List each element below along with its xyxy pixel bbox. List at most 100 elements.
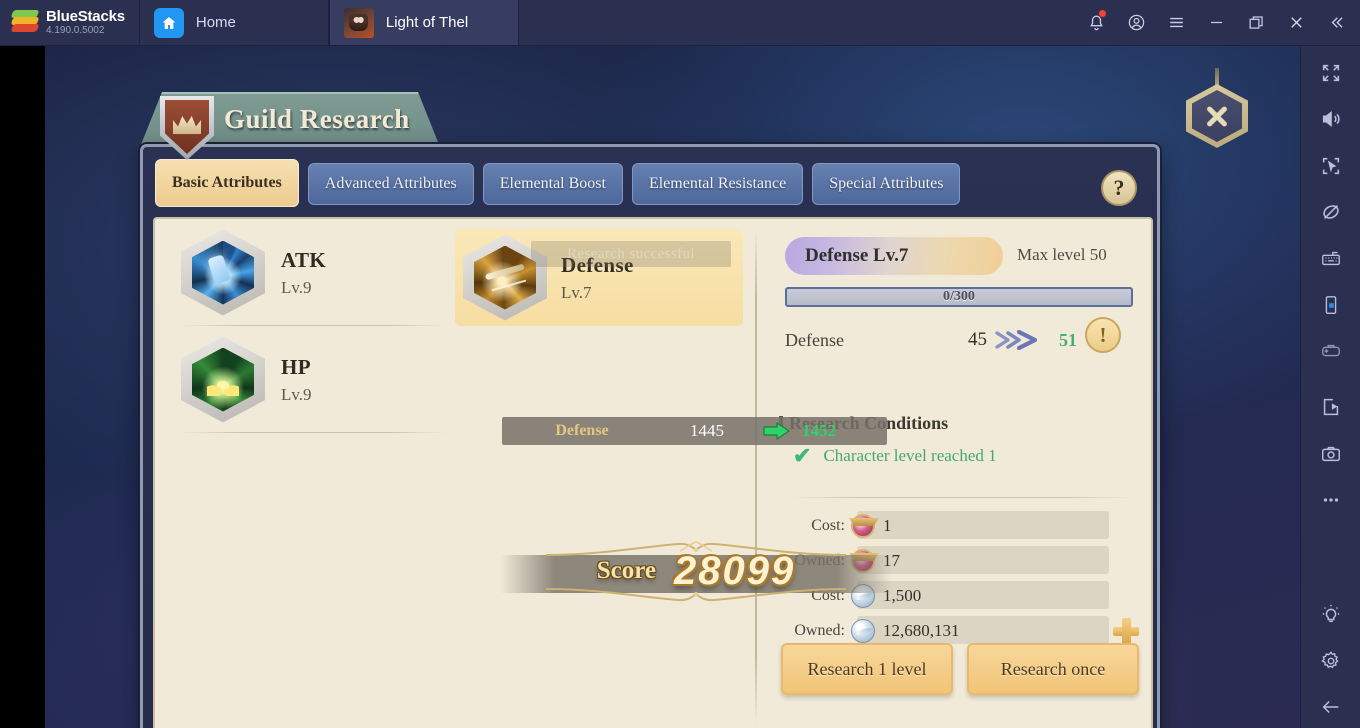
game-close-button[interactable]	[1178, 68, 1256, 148]
toast-stat-name: Defense	[555, 422, 609, 439]
list-item-atk[interactable]: ATK Lv.9	[155, 219, 455, 326]
research-progress-bar: 0/300	[785, 287, 1133, 307]
tab-elemental-boost-label: Elemental Boost	[499, 175, 606, 192]
research-1-level-label: Research 1 level	[807, 658, 927, 679]
condition-text: Character level reached 1	[823, 446, 997, 465]
research-1-level-button[interactable]: Research 1 level	[781, 643, 953, 695]
attribute-list: ATK Lv.9 HP Lv.9	[155, 219, 455, 433]
selected-attribute-card[interactable]: Defense Lv.7 Research successful	[455, 229, 743, 326]
tab-elemental-boost[interactable]: Elemental Boost	[482, 163, 623, 205]
keyboard-controls-icon[interactable]	[1301, 237, 1360, 279]
close-x-icon	[1204, 103, 1230, 129]
research-once-button[interactable]: Research once	[967, 643, 1139, 695]
fullscreen-icon[interactable]	[1301, 52, 1360, 94]
owned-label: Owned:	[794, 622, 845, 639]
screen-record-icon[interactable]	[1301, 386, 1360, 428]
eco-mode-icon[interactable]	[1301, 191, 1360, 233]
titlebar-spacer	[519, 0, 1076, 45]
bluestacks-titlebar: BlueStacks 4.190.0.5002 Home Light of Th…	[0, 0, 1360, 46]
green-arrow-icon	[752, 421, 802, 441]
silver-coin-icon	[851, 619, 875, 643]
attribute-tabs: Basic Attributes Advanced Attributes Ele…	[155, 159, 961, 207]
tab-basic-attributes[interactable]: Basic Attributes	[155, 159, 299, 207]
bluestacks-brand-name: BlueStacks	[46, 8, 125, 25]
close-badge-hex	[1186, 84, 1248, 148]
game-thumbnail-icon	[343, 7, 374, 38]
score-value: 28099	[674, 548, 796, 593]
pointer-capture-icon[interactable]	[1301, 145, 1360, 187]
guild-research-window: Guild Research Basic Attributes Advanced…	[140, 92, 1160, 728]
add-currency-button[interactable]	[1113, 618, 1139, 644]
selected-attribute-name: Defense	[561, 252, 634, 277]
menu-icon[interactable]	[1156, 0, 1196, 46]
notifications-icon[interactable]	[1076, 0, 1116, 46]
tab-home[interactable]: Home	[138, 0, 329, 45]
minimize-icon[interactable]	[1196, 0, 1236, 46]
toast-from-value: 1445	[690, 421, 724, 440]
tab-basic-attributes-label: Basic Attributes	[172, 174, 282, 191]
tab-special-attributes[interactable]: Special Attributes	[812, 163, 961, 205]
stat-current-value: 45	[968, 329, 987, 350]
close-icon[interactable]	[1276, 0, 1316, 46]
research-actions: Research 1 level Research once	[781, 643, 1139, 695]
bluestacks-logo: BlueStacks 4.190.0.5002	[0, 0, 139, 45]
screen-root: BlueStacks 4.190.0.5002 Home Light of Th…	[0, 0, 1360, 728]
settings-icon[interactable]	[1301, 639, 1360, 681]
page-title: Guild Research	[224, 104, 410, 134]
bluestacks-sidebar-toolbar	[1300, 46, 1360, 728]
brightness-icon[interactable]	[1301, 593, 1360, 635]
gamepad-icon[interactable]	[1301, 330, 1360, 372]
divider	[791, 497, 1131, 498]
research-detail-panel: Defense Lv.7 Max level 50 0/300 Defense …	[767, 219, 1151, 728]
tab-special-attributes-label: Special Attributes	[829, 175, 944, 192]
exclamation-label: !	[1099, 322, 1107, 347]
bluestacks-logo-icon	[10, 9, 40, 36]
screenshot-icon[interactable]	[1301, 433, 1360, 475]
stat-change-toast: Defense 1445 1452	[502, 417, 887, 445]
more-icon[interactable]	[1301, 479, 1360, 521]
level-pill-label: Defense Lv.7	[805, 245, 909, 266]
attribute-level: Lv.9	[281, 277, 312, 297]
tab-elemental-resistance[interactable]: Elemental Resistance	[631, 163, 804, 205]
research-once-label: Research once	[1000, 658, 1106, 679]
guild-crest-icon	[160, 96, 214, 160]
tab-elemental-resistance-label: Elemental Resistance	[648, 175, 787, 192]
score-label: Score	[596, 557, 656, 584]
stat-name: Defense	[785, 329, 844, 350]
stat-preview-row: Defense 45 51	[785, 323, 1135, 357]
rotate-screen-icon[interactable]	[1301, 284, 1360, 326]
attribute-level: Lv.9	[281, 384, 312, 404]
double-chevron-right-icon	[987, 330, 1059, 350]
list-item-hp[interactable]: HP Lv.9	[155, 326, 455, 433]
window-controls	[1076, 0, 1360, 45]
bluestacks-version: 4.190.0.5002	[46, 25, 105, 36]
check-icon: ✔	[793, 443, 812, 468]
attribute-name: ATK	[281, 247, 327, 272]
stat-next-value: 51	[1059, 329, 1077, 350]
toast-to-value: 1452	[802, 421, 836, 440]
help-button[interactable]: ?	[1101, 170, 1137, 206]
research-progress-text: 0/300	[943, 289, 975, 304]
condition-row: ✔ Character level reached 1	[793, 445, 997, 467]
tab-light-of-thel[interactable]: Light of Thel	[328, 0, 519, 45]
back-icon[interactable]	[1301, 686, 1360, 728]
atk-hex-icon	[181, 229, 265, 316]
score-banner: Score 28099	[500, 533, 892, 609]
game-viewport: Guild Research Basic Attributes Advanced…	[45, 46, 1300, 728]
exclamation-icon[interactable]: !	[1085, 317, 1121, 353]
tab-advanced-attributes[interactable]: Advanced Attributes	[307, 163, 474, 205]
notification-badge-dot	[1099, 9, 1106, 17]
question-mark-icon: ?	[1113, 175, 1125, 200]
account-icon[interactable]	[1116, 0, 1156, 46]
restore-icon[interactable]	[1236, 0, 1276, 46]
research-content-panel: ATK Lv.9 HP Lv.9 Defense Lv.7 Research s…	[153, 217, 1153, 728]
tab-home-label: Home	[195, 14, 236, 31]
collapse-icon[interactable]	[1316, 0, 1356, 46]
volume-icon[interactable]	[1301, 98, 1360, 140]
row-background	[857, 511, 1109, 539]
bluestacks-tabstrip: Home Light of Thel	[138, 0, 519, 45]
home-icon	[153, 7, 184, 38]
owned-value: 12,680,131	[883, 621, 960, 640]
tab-light-of-thel-label: Light of Thel	[385, 14, 469, 31]
hp-hex-icon	[181, 336, 265, 423]
